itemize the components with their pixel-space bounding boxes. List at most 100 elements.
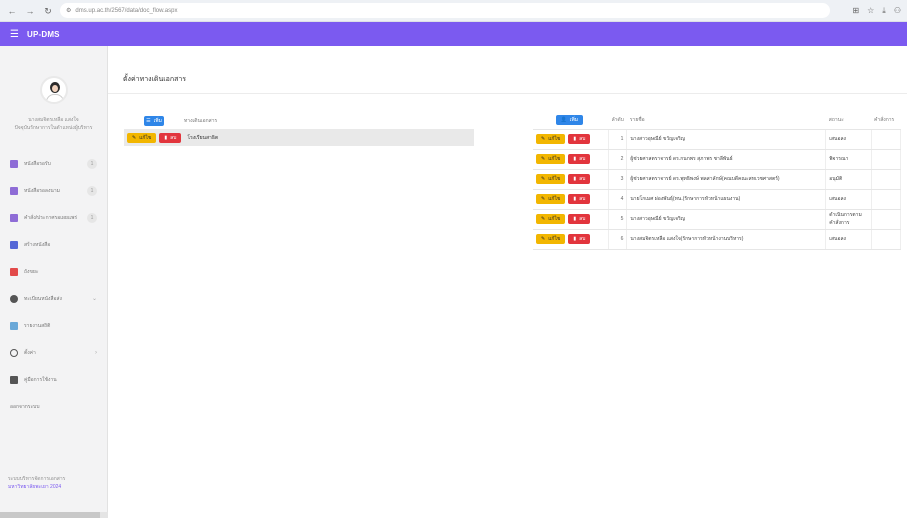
flow-column-title: ทางเดินเอกสาร (184, 117, 218, 124)
delete-button[interactable]: ▮ ลบ (159, 132, 182, 143)
pencil-icon: ✎ (541, 156, 546, 162)
sidebar-item-label: สร้างหนังสือ (24, 241, 51, 248)
sidebar-item-label: ถังขยะ (24, 268, 39, 275)
sidebar-item-logout[interactable]: ออกจากระบบ (0, 393, 107, 420)
name-header: รายชื่อ (626, 112, 826, 130)
edit-button[interactable]: ✎ แก้ไข (127, 132, 157, 143)
gear-icon (10, 348, 18, 357)
row-name: ผู้ช่วยศาสตราจารย์ ดร.กนกพร สุภาพร ชาลีพ… (626, 149, 827, 170)
sidebar-item-inbox[interactable]: หนังสือรอรับ 1 (0, 150, 107, 177)
sidebar-item-trash[interactable]: ถังขยะ (0, 258, 107, 285)
pencil-icon: ✎ (541, 216, 546, 222)
app-brand[interactable]: UP-DMS (27, 30, 60, 39)
row-actions: ✎ แก้ไข ▮ ลบ (533, 169, 610, 190)
command-header: คำสั่งการ (871, 112, 901, 130)
browser-toolbar: ← → ↻ ⚙ dms.up.ac.th/2567/data/doc_flow.… (0, 0, 907, 22)
download-icon[interactable]: ⤓ (882, 6, 886, 16)
bookmark-star-icon[interactable]: ☆ (867, 6, 874, 16)
row-actions: ✎ แก้ไข ▮ ลบ (533, 129, 610, 150)
edit-button[interactable]: ✎ แก้ไข (536, 154, 566, 164)
delete-button[interactable]: ▮ ลบ (568, 134, 591, 144)
edit-button[interactable]: ✎ แก้ไข (536, 194, 566, 204)
sidebar-item-registry[interactable]: ทะเบียนหนังสือส่ง ⌄ (0, 285, 107, 312)
address-bar[interactable]: ⚙ dms.up.ac.th/2567/data/doc_flow.aspx (60, 3, 830, 18)
sidebar-item-report[interactable]: รายงานสถิติ (0, 312, 107, 339)
row-status: เสนอลง (825, 229, 872, 250)
sidebar-item-label: ตั้งค่า (24, 349, 36, 356)
edit-button[interactable]: ✎ แก้ไข (536, 234, 566, 244)
delete-button[interactable]: ▮ ลบ (568, 194, 591, 204)
scrollbar-thumb[interactable] (0, 512, 100, 518)
browser-actions: ⊞ ☆ ⤓ ⚇ (852, 6, 901, 16)
delete-button[interactable]: ▮ ลบ (568, 234, 591, 244)
flow-list-header: ☰ เพิ่ม ทางเดินเอกสาร (124, 112, 474, 129)
sidebar-item-sign[interactable]: หนังสือรอลงนาม 1 (0, 177, 107, 204)
trash-icon: ▮ (573, 216, 577, 222)
order-header: ลำดับ (608, 112, 627, 130)
pencil-icon: ✎ (541, 176, 546, 182)
row-command (871, 129, 902, 150)
sidebar-item-settings[interactable]: ตั้งค่า › (0, 339, 107, 366)
sidebar-item-label: ทะเบียนหนังสือส่ง (24, 295, 62, 302)
count-badge: 1 (87, 212, 97, 223)
row-name: นายโกเมศ ผ่องพันธุ์(หน.(รักษาการหัวหน้าแ… (626, 189, 827, 210)
sidebar-scrollbar[interactable] (0, 512, 108, 518)
pencil-icon: ✎ (541, 236, 546, 242)
count-badge: 1 (87, 158, 97, 169)
row-actions: ✎ แก้ไข ▮ ลบ (533, 189, 610, 210)
back-icon[interactable]: ← (6, 5, 18, 17)
row-order: 5 (608, 209, 628, 230)
row-command (871, 189, 902, 210)
sidebar-footer: ระบบบริหารจัดการเอกสาร มหาวิทยาลัยพะเยา … (8, 475, 65, 491)
site-info-icon[interactable]: ⚙ (66, 7, 71, 14)
flow-row[interactable]: ✎ แก้ไข ▮ ลบ โรงเรียนสาธิต (124, 129, 474, 146)
chevron-down-icon: ⌄ (91, 296, 97, 302)
sidebar-item-label: รายงานสถิติ (24, 322, 51, 329)
delete-button[interactable]: ▮ ลบ (568, 154, 591, 164)
flow-members-table: 👤 เพิ่ม ลำดับ รายชื่อ สถานะ คำสั่งการ ✎ แ… (533, 112, 902, 250)
announcement-icon (10, 213, 18, 222)
count-badge: 1 (87, 185, 97, 196)
edit-button[interactable]: ✎ แก้ไข (536, 134, 566, 144)
table-row[interactable]: ✎ แก้ไข ▮ ลบ 4 นายโกเมศ ผ่องพันธุ์(หน.(รักษาก… (533, 189, 902, 210)
table-row[interactable]: ✎ แก้ไข ▮ ลบ 3 ผู้ช่วยศาสตราจารย์ ดร.พุทธิพงษ… (533, 169, 902, 190)
trash-icon: ▮ (573, 136, 577, 142)
app-header: ☰ UP-DMS (0, 22, 907, 46)
avatar (39, 76, 68, 104)
add-flow-button[interactable]: ☰ เพิ่ม (144, 115, 164, 126)
row-name: นางสาวอุษณีย์ ขวัญเจริญ (626, 129, 827, 150)
row-name: นางสมจิตรเหลือ แสงใจ(รักษาการหัวหน้างานบ… (626, 229, 827, 250)
profile-icon[interactable]: ⚇ (894, 6, 901, 16)
status-header: สถานะ (825, 112, 872, 130)
table-row[interactable]: ✎ แก้ไข ▮ ลบ 5 นางสาวอุษณีย์ ขวัญเจริญ ดำเนินก… (533, 209, 902, 230)
table-row[interactable]: ✎ แก้ไข ▮ ลบ 2 ผู้ช่วยศาสตราจารย์ ดร.กนกพร สุ… (533, 149, 902, 170)
inbox-icon (10, 159, 18, 168)
book-icon (10, 375, 18, 384)
trash-icon: ▮ (573, 236, 577, 242)
row-status: พิจารณา (825, 149, 872, 170)
translate-icon[interactable]: ⊞ (852, 6, 859, 16)
row-actions: ✎ แก้ไข ▮ ลบ (533, 229, 610, 250)
row-order: 1 (608, 129, 628, 150)
hamburger-menu-icon[interactable]: ☰ (10, 29, 19, 40)
sidebar-item-manual[interactable]: คู่มือการใช้งาน (0, 366, 107, 393)
add-member-button[interactable]: 👤 เพิ่ม (555, 115, 584, 126)
table-row[interactable]: ✎ แก้ไข ▮ ลบ 1 นางสาวอุษณีย์ ขวัญเจริญ เสนอลง (533, 129, 902, 150)
row-actions: ✎ แก้ไข ▮ ลบ (533, 149, 610, 170)
reload-icon[interactable]: ↻ (42, 5, 54, 17)
database-icon (10, 294, 18, 303)
profile-role: ปัจจุบันรักษาการในตำแหน่งผู้บริหาร (14, 125, 93, 131)
table-row[interactable]: ✎ แก้ไข ▮ ลบ 6 นางสมจิตรเหลือ แสงใจ(รักษาการห… (533, 229, 902, 250)
delete-button[interactable]: ▮ ลบ (568, 174, 591, 184)
delete-button[interactable]: ▮ ลบ (568, 214, 591, 224)
edit-button[interactable]: ✎ แก้ไข (536, 214, 566, 224)
pencil-icon: ✎ (132, 134, 137, 141)
forward-icon[interactable]: → (24, 5, 36, 17)
edit-button[interactable]: ✎ แก้ไข (536, 174, 566, 184)
sidebar-item-publish[interactable]: คำสั่ง/ประกาศรอเผยแพร่ 1 (0, 204, 107, 231)
row-order: 4 (608, 189, 628, 210)
sidebar: นางสมจิตรเหลือ แสงใจ ปัจจุบันรักษาการในต… (0, 46, 108, 518)
sidebar-item-create[interactable]: สร้างหนังสือ (0, 231, 107, 258)
trash-icon: ▮ (573, 196, 577, 202)
row-command (871, 229, 902, 250)
